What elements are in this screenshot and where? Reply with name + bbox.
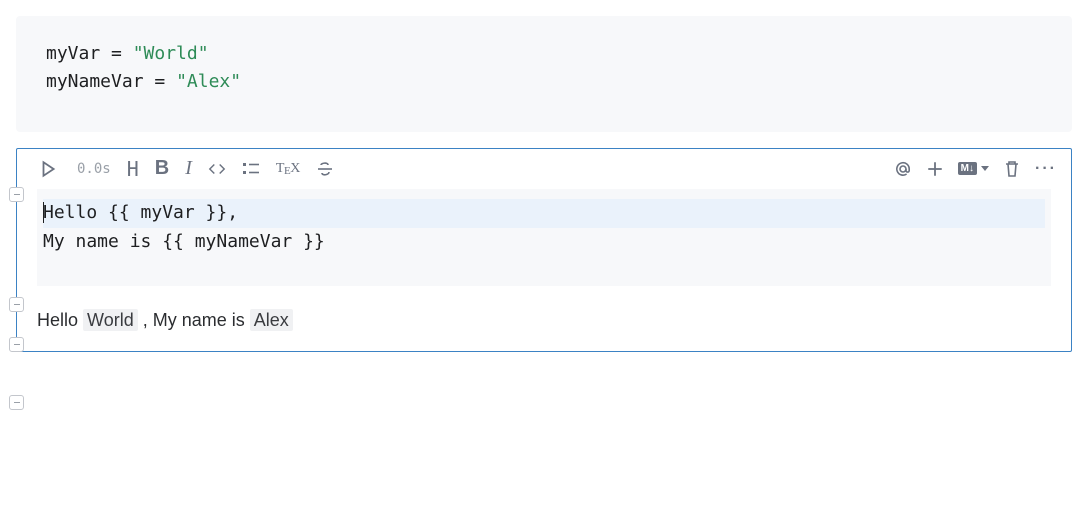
- heading-button[interactable]: H: [127, 157, 139, 181]
- bold-button[interactable]: B: [155, 157, 169, 180]
- interpolated-value: World: [83, 309, 138, 331]
- output-text: , My name is: [143, 310, 250, 330]
- strikethrough-icon: [316, 160, 334, 178]
- more-button[interactable]: ···: [1035, 160, 1057, 178]
- run-button[interactable]: [39, 160, 57, 178]
- cell-toolbar: 0.0s H B I TEX: [17, 149, 1071, 189]
- code-button[interactable]: [208, 160, 226, 178]
- play-icon: [39, 160, 57, 178]
- tex-button[interactable]: TEX: [276, 161, 300, 177]
- code-line: myNameVar = "Alex": [46, 68, 1048, 96]
- chevron-down-icon: [981, 166, 989, 171]
- markdown-source-line: Hello {{ myVar }},: [43, 202, 238, 223]
- code-line: myVar = "World": [46, 40, 1048, 68]
- delete-button[interactable]: [1003, 160, 1021, 178]
- toolbar-left-group: 0.0s H B I TEX: [39, 157, 334, 181]
- at-icon: [894, 160, 912, 178]
- mention-button[interactable]: [894, 160, 912, 178]
- code-token-op: =: [144, 71, 177, 92]
- list-icon: [242, 160, 260, 178]
- add-button[interactable]: [926, 160, 944, 178]
- interpolated-value: Alex: [250, 309, 293, 331]
- strikethrough-button[interactable]: [316, 160, 334, 178]
- gutter-marker[interactable]: [9, 395, 24, 410]
- code-token-string: "Alex": [176, 71, 241, 92]
- run-time-label: 0.0s: [77, 161, 111, 177]
- trash-icon: [1003, 160, 1021, 178]
- markdown-mode-button[interactable]: M↓: [958, 162, 989, 175]
- plus-icon: [926, 160, 944, 178]
- gutter-marker[interactable]: [9, 187, 24, 202]
- code-token-var: myVar: [46, 43, 100, 64]
- markdown-cell: 0.0s H B I TEX: [16, 148, 1072, 353]
- markdown-badge-icon: M↓: [958, 162, 977, 175]
- code-token-op: =: [100, 43, 133, 64]
- gutter-marker[interactable]: [9, 297, 24, 312]
- code-token-var: myNameVar: [46, 71, 144, 92]
- code-token-string: "World": [133, 43, 209, 64]
- gutter-marker[interactable]: [9, 337, 24, 352]
- output-text: Hello: [37, 310, 83, 330]
- toolbar-right-group: M↓ ···: [894, 160, 1057, 178]
- markdown-source-line: My name is {{ myNameVar }}: [43, 231, 325, 252]
- code-cell: myVar = "World" myNameVar = "Alex": [16, 16, 1072, 132]
- code-icon: [208, 160, 226, 178]
- italic-button[interactable]: I: [185, 157, 192, 180]
- list-button[interactable]: [242, 160, 260, 178]
- markdown-source-editor[interactable]: Hello {{ myVar }}, My name is {{ myNameV…: [37, 189, 1051, 287]
- markdown-rendered-output: Hello World , My name is Alex: [17, 294, 1071, 339]
